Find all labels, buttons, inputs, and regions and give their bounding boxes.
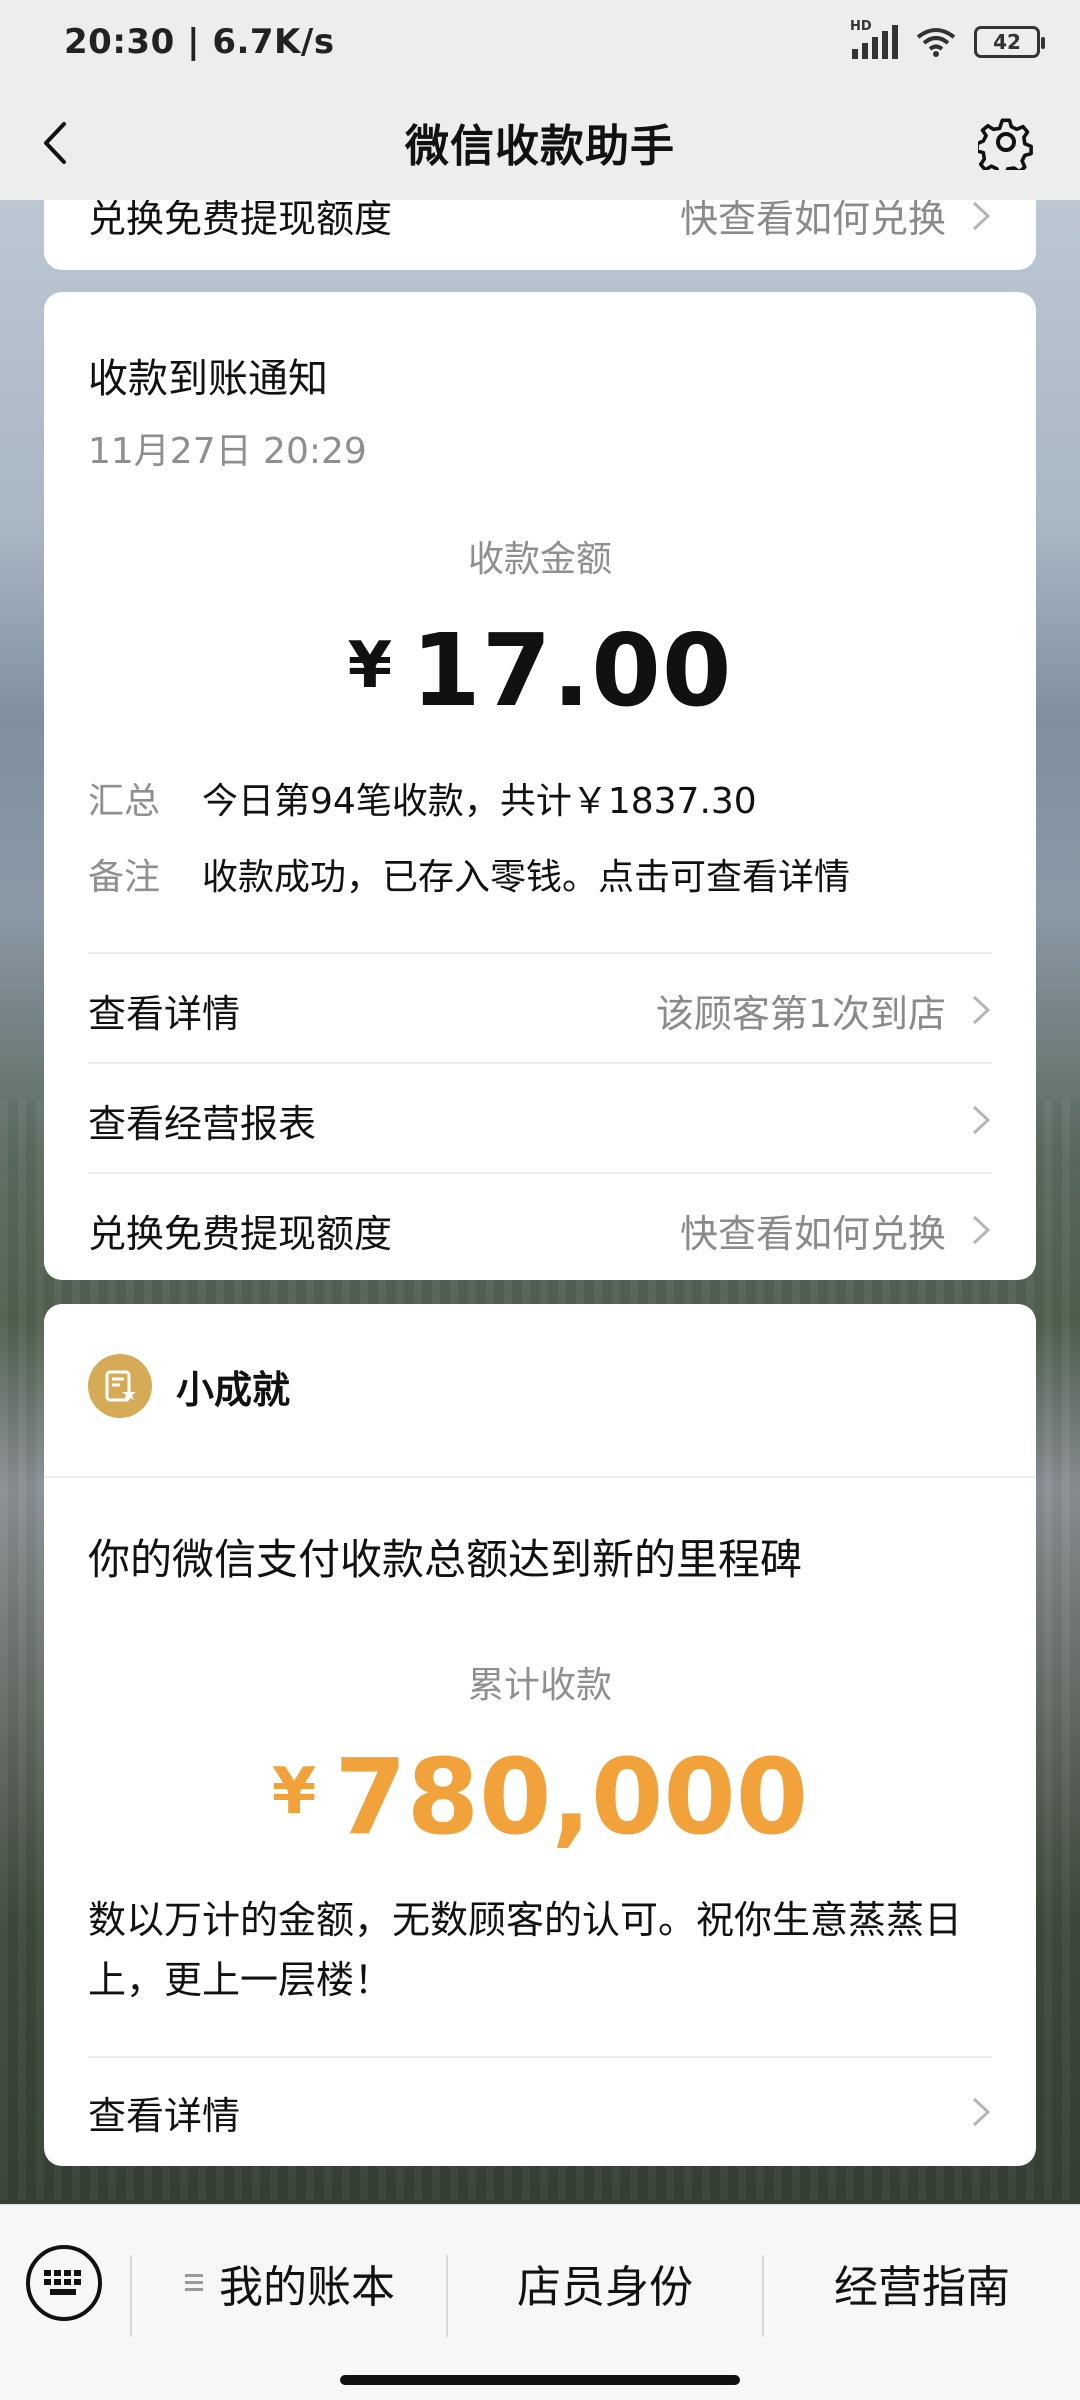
keyboard-toggle-button[interactable] — [26, 2245, 102, 2321]
notice-title: 收款到账通知 — [88, 356, 328, 402]
tab-staff-identity[interactable]: 店员身份 — [448, 2235, 762, 2331]
chevron-right-icon — [972, 2097, 991, 2127]
remark-value: 收款成功，已存入零钱。点击可查看详情 — [202, 857, 851, 898]
payment-amount: ¥17.00 — [44, 612, 1036, 729]
row-hint: 该顾客第1次到店 — [655, 991, 946, 1036]
row-label: 兑换免费提现额度 — [88, 1211, 393, 1256]
currency-symbol: ¥ — [271, 1755, 317, 1829]
hd-label: HD — [850, 19, 872, 34]
notice-timestamp: 11月27日 20:29 — [88, 431, 367, 472]
divider — [88, 1172, 992, 1174]
summary-line: 汇总 今日第94笔收款，共计￥1837.30 — [88, 772, 757, 824]
tab-label: 经营指南 — [834, 2262, 1010, 2313]
keyboard-icon — [44, 2270, 81, 2295]
bottom-menu-bar: 我的账本 店员身份 经营指南 — [0, 2204, 1080, 2400]
divider — [88, 952, 992, 954]
currency-symbol: ¥ — [347, 629, 394, 703]
amount-label: 收款金额 — [467, 539, 612, 580]
divider — [88, 2056, 992, 2058]
row-label: 查看详情 — [88, 991, 241, 1036]
redeem-withdraw-row[interactable]: 兑换免费提现额度 快查看如何兑换 — [88, 1194, 992, 1266]
battery-icon: 42 — [974, 26, 1045, 58]
divider — [44, 1476, 1036, 1478]
menu-lines-icon — [185, 2274, 203, 2291]
divider — [88, 1062, 992, 1064]
tab-my-ledger[interactable]: 我的账本 — [132, 2235, 446, 2331]
view-details-row[interactable]: 查看详情 该顾客第1次到店 — [88, 974, 992, 1046]
status-icons: HD 42 — [850, 19, 1045, 59]
remark-line: 备注 收款成功，已存入零钱。点击可查看详情 — [88, 848, 850, 900]
business-report-row[interactable]: 查看经营报表 — [88, 1084, 992, 1156]
achievement-headline: 你的微信支付收款总额达到新的里程碑 — [88, 1535, 803, 1584]
achievement-header: 小成就 — [88, 1354, 290, 1418]
status-bar: 20:30 | 6.7K/s HD 42 — [0, 0, 1080, 84]
chevron-right-icon — [972, 201, 991, 230]
cumulative-amount-value: 780,000 — [334, 1736, 809, 1858]
gear-icon[interactable] — [978, 114, 1034, 170]
achievement-details-row[interactable]: 查看详情 — [88, 2076, 992, 2148]
cumulative-amount: ¥780,000 — [44, 1736, 1036, 1858]
tab-label: 我的账本 — [219, 2262, 395, 2313]
achievement-header-label: 小成就 — [176, 1367, 291, 1412]
summary-value: 今日第94笔收款，共计￥1837.30 — [202, 781, 757, 822]
achievement-badge-icon — [88, 1354, 152, 1418]
chevron-right-icon — [972, 995, 991, 1025]
row-label: 查看详情 — [88, 2093, 241, 2138]
chevron-right-icon — [972, 1215, 991, 1245]
amount-value: 17.00 — [411, 612, 733, 729]
page-title: 微信收款助手 — [405, 121, 675, 172]
chevron-right-icon — [972, 1105, 991, 1135]
back-arrow-icon[interactable] — [36, 118, 76, 168]
payment-notice-card[interactable]: 收款到账通知 11月27日 20:29 收款金额 ¥17.00 汇总 今日第94… — [44, 292, 1036, 1280]
achievement-message: 数以万计的金额，无数顾客的认可。祝你生意蒸蒸日上，更上一层楼！ — [88, 1898, 963, 2002]
tab-business-guide[interactable]: 经营指南 — [764, 2235, 1080, 2331]
row-hint: 快查看如何兑换 — [679, 1211, 946, 1256]
battery-level: 42 — [993, 30, 1021, 54]
cumulative-label: 累计收款 — [467, 1665, 612, 1706]
wifi-icon — [916, 28, 956, 57]
signal-icon: HD — [850, 19, 898, 59]
tab-label: 店员身份 — [517, 2262, 693, 2313]
nav-bar: 微信收款助手 — [0, 84, 1080, 200]
home-indicator[interactable] — [340, 2375, 740, 2385]
remark-key: 备注 — [88, 857, 161, 898]
row-label: 查看经营报表 — [88, 1101, 317, 1146]
summary-key: 汇总 — [88, 781, 161, 822]
status-time: 20:30 | 6.7K/s — [64, 22, 335, 62]
achievement-card[interactable]: 小成就 你的微信支付收款总额达到新的里程碑 累计收款 ¥780,000 数以万计… — [44, 1304, 1036, 2166]
